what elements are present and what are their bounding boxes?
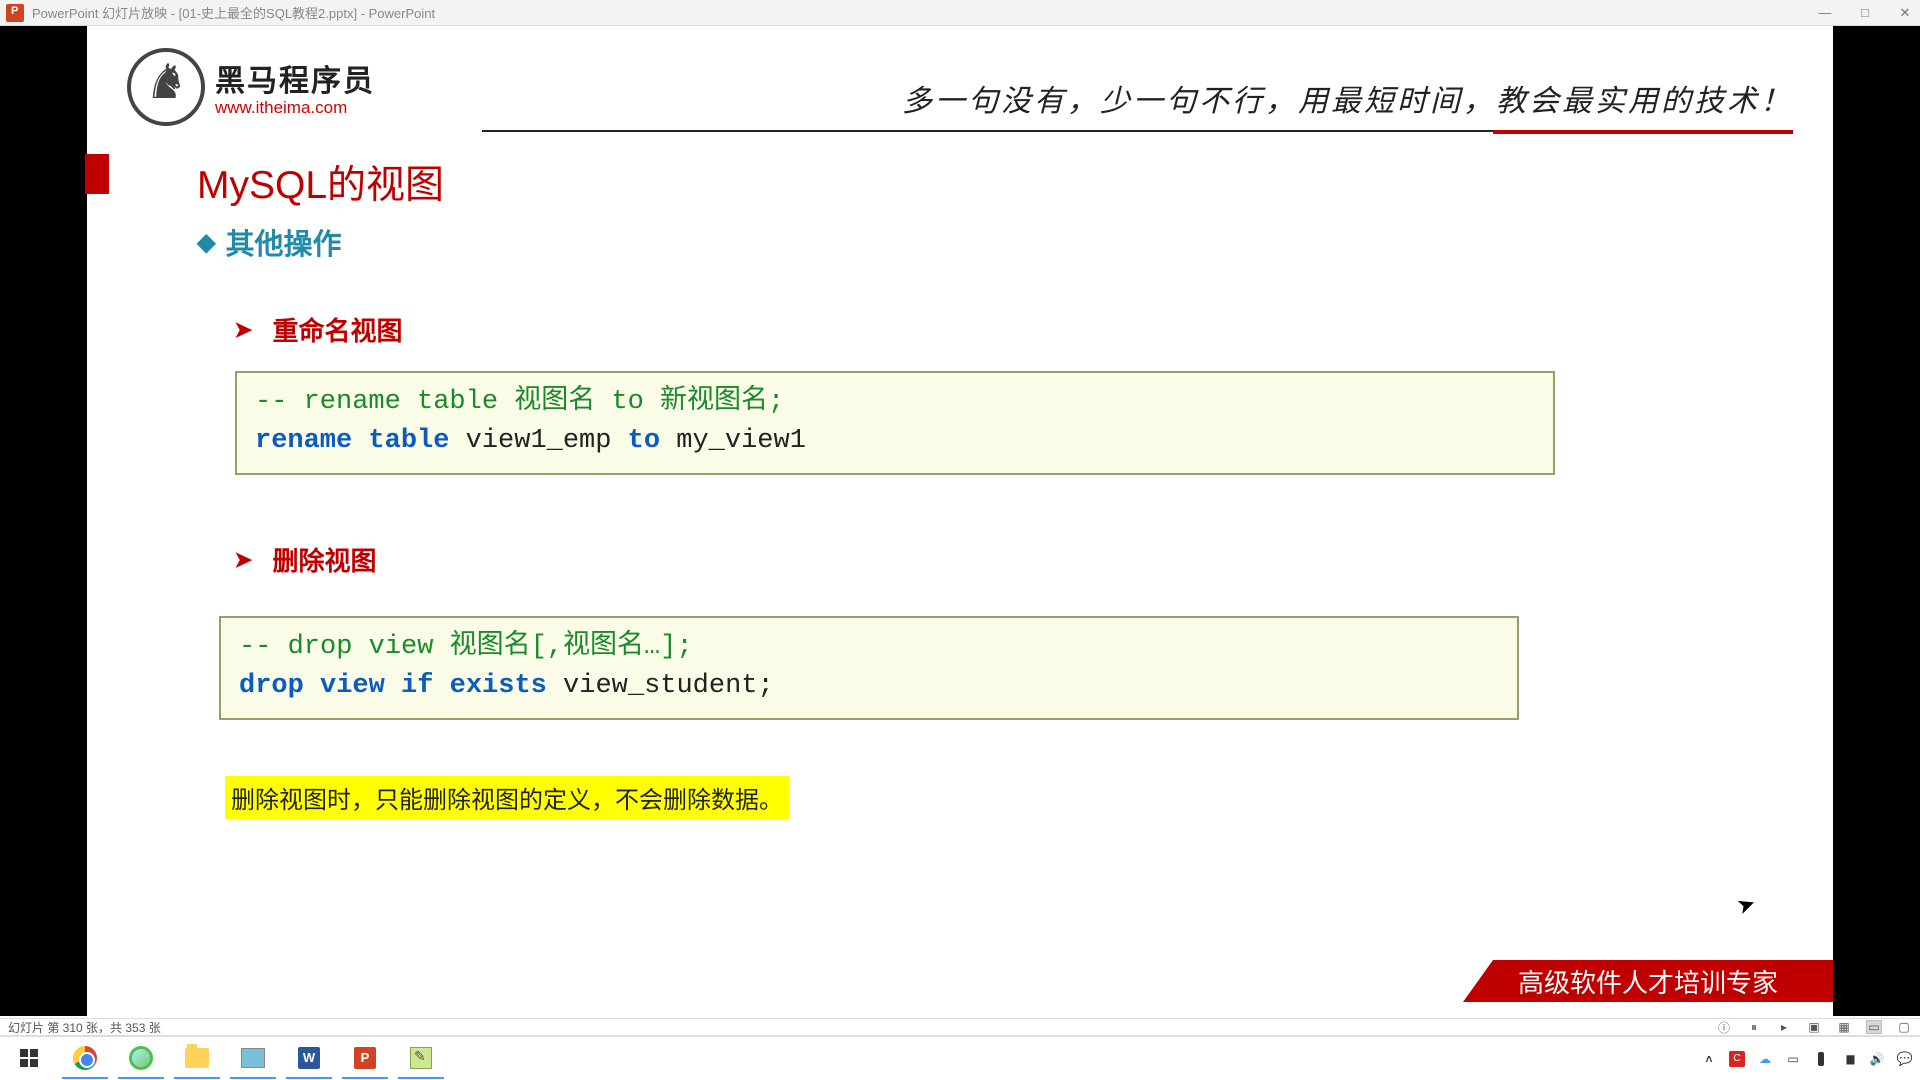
statusbar-view-controls: ⓘ ⏸ ▸ ▣ ▦ ▭ ▢ — [1716, 1020, 1912, 1034]
slogan-text: 多一句没有，少一句不行，用最短时间，教会最实用的技术！ — [902, 76, 1793, 120]
code-keyword: drop view if exists — [239, 671, 547, 701]
folder-icon — [185, 1048, 209, 1068]
statusbar: 幻灯片 第 310 张，共 353 张 ⓘ ⏸ ▸ ▣ ▦ ▭ ▢ — [0, 1018, 1920, 1036]
code-keyword: to — [628, 426, 660, 456]
header-divider-accent — [1493, 130, 1793, 134]
slideshow-stage: 黑马程序员 www.itheima.com 多一句没有，少一句不行，用最短时间，… — [0, 26, 1920, 1016]
word-icon: W — [298, 1047, 320, 1069]
play-icon[interactable]: ▸ — [1776, 1020, 1792, 1034]
taskbar-editor[interactable] — [398, 1039, 444, 1079]
start-button[interactable] — [6, 1039, 52, 1079]
chevron-icon: ➤ — [234, 317, 252, 343]
tray-display-icon[interactable] — [1784, 1051, 1802, 1067]
code-block-drop: -- drop view 视图名[,视图名…]; drop view if ex… — [219, 616, 1519, 720]
image-icon — [241, 1048, 265, 1068]
tray-security-icon[interactable]: C — [1728, 1051, 1746, 1067]
minimize-button[interactable]: — — [1816, 5, 1834, 21]
system-tray: C — [1700, 1051, 1914, 1067]
normal-view-icon[interactable]: ▣ — [1806, 1020, 1822, 1034]
taskbar-360browser[interactable] — [118, 1039, 164, 1079]
section-rename-label: 重命名视图 — [272, 311, 402, 348]
browser360-icon — [129, 1046, 153, 1070]
chevron-icon: ➤ — [234, 547, 252, 573]
diamond-icon: ◆ — [197, 228, 215, 257]
code-comment: -- drop view 视图名[,视图名…]; — [239, 632, 693, 662]
slideshow-view-icon[interactable]: ▢ — [1896, 1020, 1912, 1034]
section-drop: ➤ 删除视图 — [234, 541, 376, 578]
side-accent — [85, 154, 109, 194]
brand-logo: 黑马程序员 www.itheima.com — [127, 48, 375, 126]
window-controls: — □ ✕ — [1816, 5, 1914, 21]
sorter-view-icon[interactable]: ▦ — [1836, 1020, 1852, 1034]
subtitle-text: 其他操作 — [225, 221, 341, 263]
section-drop-label: 删除视图 — [272, 541, 376, 578]
tray-cloud-icon[interactable] — [1756, 1051, 1774, 1067]
code-text: view_student; — [547, 671, 774, 701]
slide: 黑马程序员 www.itheima.com 多一句没有，少一句不行，用最短时间，… — [87, 26, 1833, 1016]
code-block-rename: -- rename table 视图名 to 新视图名; rename tabl… — [235, 371, 1555, 475]
taskbar: W P C — [0, 1036, 1920, 1080]
tray-battery-icon[interactable] — [1840, 1051, 1858, 1067]
powerpoint-app-icon — [6, 4, 24, 22]
section-rename: ➤ 重命名视图 — [234, 311, 402, 348]
tray-volume-icon[interactable] — [1868, 1051, 1886, 1067]
pause-icon[interactable]: ⏸ — [1746, 1020, 1762, 1034]
close-button[interactable]: ✕ — [1896, 5, 1914, 21]
window-titlebar: PowerPoint 幻灯片放映 - [01-史上最全的SQL教程2.pptx]… — [0, 0, 1920, 26]
chrome-icon — [73, 1046, 97, 1070]
code-keyword: rename table — [255, 426, 449, 456]
logo-icon — [127, 48, 205, 126]
window-title: PowerPoint 幻灯片放映 - [01-史上最全的SQL教程2.pptx]… — [32, 3, 435, 22]
footer-banner: 高级软件人才培训专家 — [1463, 960, 1833, 1002]
slide-title: MySQL的视图 — [197, 154, 444, 210]
logo-url: www.itheima.com — [215, 98, 375, 118]
tray-notifications-icon[interactable] — [1896, 1051, 1914, 1067]
maximize-button[interactable]: □ — [1856, 5, 1874, 21]
powerpoint-icon: P — [354, 1047, 376, 1069]
taskbar-apps: W P — [6, 1037, 444, 1080]
info-icon[interactable]: ⓘ — [1716, 1020, 1732, 1034]
taskbar-word[interactable]: W — [286, 1039, 332, 1079]
highlighted-note: 删除视图时，只能删除视图的定义，不会删除数据。 — [225, 776, 789, 819]
taskbar-chrome[interactable] — [62, 1039, 108, 1079]
code-comment: -- rename table 视图名 to 新视图名; — [255, 387, 784, 417]
reading-view-icon[interactable]: ▭ — [1866, 1020, 1882, 1034]
tray-mic-icon[interactable] — [1812, 1051, 1830, 1067]
taskbar-explorer[interactable] — [174, 1039, 220, 1079]
code-text: my_view1 — [660, 426, 806, 456]
editor-icon — [410, 1047, 432, 1069]
code-text: view1_emp — [449, 426, 627, 456]
taskbar-powerpoint[interactable]: P — [342, 1039, 388, 1079]
tray-overflow-icon[interactable] — [1700, 1051, 1718, 1067]
taskbar-image-viewer[interactable] — [230, 1039, 276, 1079]
slide-header: 黑马程序员 www.itheima.com 多一句没有，少一句不行，用最短时间，… — [127, 54, 1793, 144]
logo-text-cn: 黑马程序员 — [215, 56, 375, 100]
slide-subtitle: ◆ 其他操作 — [197, 221, 341, 263]
slide-counter: 幻灯片 第 310 张，共 353 张 — [8, 1019, 161, 1036]
